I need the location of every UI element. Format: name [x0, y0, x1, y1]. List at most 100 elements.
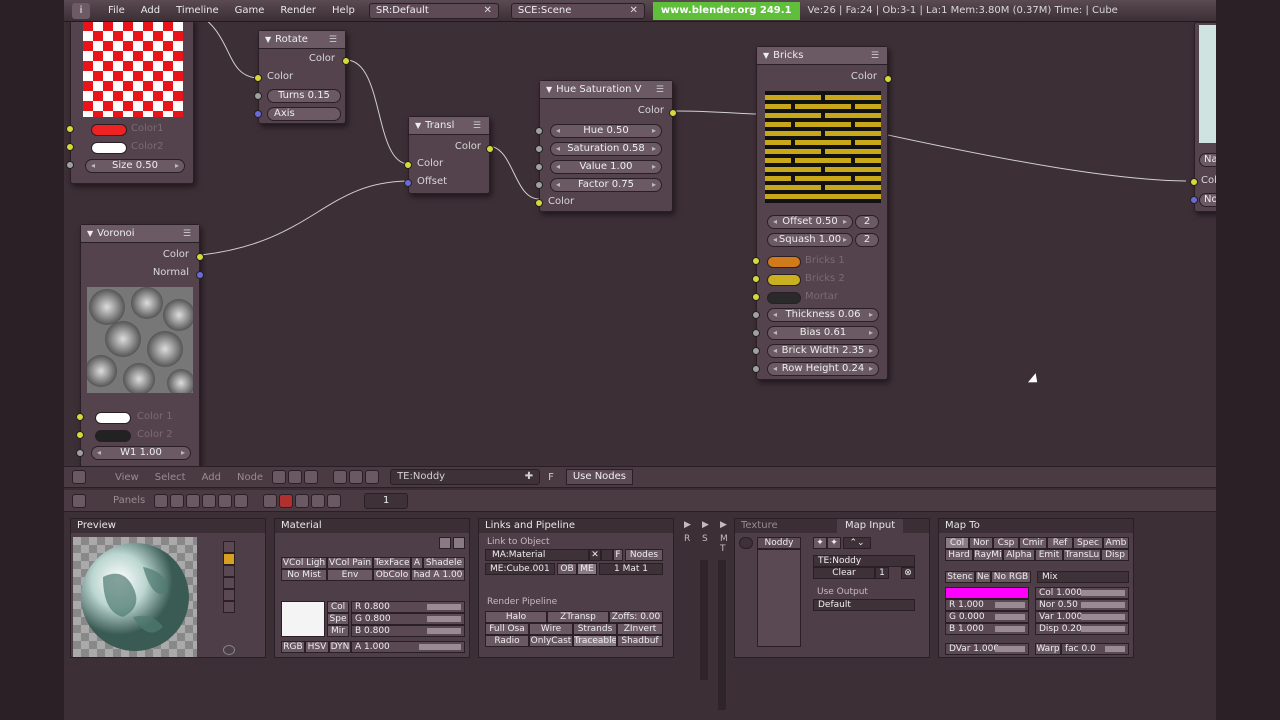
blender-url[interactable]: www.blender.org 249.1 [652, 1, 800, 20]
map-hard-toggle[interactable]: Hard [945, 549, 973, 561]
dyn-mode-button[interactable]: DYN [329, 641, 351, 653]
radiosity-icon[interactable] [311, 493, 326, 508]
map-translu-toggle[interactable]: TransLu [1063, 549, 1101, 561]
map-col-toggle[interactable]: Col [945, 537, 969, 549]
var-factor-slider[interactable]: Var 1.000 [1035, 611, 1129, 623]
green-slider[interactable]: G 0.000 [945, 611, 1029, 623]
vcol-light-toggle[interactable]: VCol Ligh [281, 557, 327, 569]
input-socket[interactable] [752, 365, 760, 373]
checker-texture-node[interactable]: Color1 Color2 ◂ Size 0.50 ▸ [66, 22, 194, 184]
map-cmir-toggle[interactable]: Cmir [1019, 537, 1047, 549]
warp-toggle[interactable]: Warp [1035, 643, 1061, 655]
mesh-name-field[interactable]: ME:Cube.001 [485, 563, 555, 575]
map-alpha-toggle[interactable]: Alpha [1003, 549, 1035, 561]
node-header[interactable]: ▼ Rotate ☰ [259, 31, 345, 49]
play-icon[interactable]: ▶ [684, 520, 691, 530]
texture-name-field[interactable]: TE:Noddy [813, 555, 915, 567]
scene-icon[interactable] [234, 493, 249, 508]
menu-node[interactable]: Node [229, 472, 271, 483]
texture-tab[interactable]: Texture [741, 519, 837, 533]
texture-slot-indicator[interactable] [739, 537, 753, 549]
input-socket[interactable] [254, 74, 262, 82]
preview-type-buttons[interactable] [223, 541, 235, 621]
panel-title[interactable]: Preview [71, 519, 265, 533]
hue-saturation-node[interactable]: ▼ Hue Saturation V ☰ Color ◂ Hue 0.50 ▸ ◂ Sat… [535, 80, 677, 212]
preview-refresh-icon[interactable] [223, 645, 235, 655]
composite-icon[interactable] [304, 470, 319, 484]
shadbuf-toggle[interactable]: Shadbuf [617, 635, 663, 647]
menu-timeline[interactable]: Timeline [168, 5, 227, 16]
col-tab[interactable]: Col [327, 601, 349, 613]
m-toggle[interactable]: M [720, 534, 728, 544]
negative-toggle[interactable]: Ne [975, 571, 991, 583]
ztransp-toggle[interactable]: ZTransp [547, 611, 609, 623]
nor-factor-slider[interactable]: Nor 0.50 [1035, 599, 1129, 611]
output-socket[interactable] [196, 271, 204, 279]
no-mist-toggle[interactable]: No Mist [281, 569, 327, 581]
green-slider[interactable]: G 0.800 [351, 613, 465, 625]
onlycast-toggle[interactable]: OnlyCast [529, 635, 573, 647]
texture-selector[interactable]: TE:Noddy ✚ [390, 469, 541, 485]
traceable-toggle[interactable]: Traceable [573, 635, 617, 647]
output-selector[interactable]: Default [813, 599, 915, 611]
menu-render[interactable]: Render [272, 5, 324, 16]
normal-field[interactable]: Nor [1199, 193, 1216, 207]
stencil-toggle[interactable]: Stenc [945, 571, 975, 583]
value-field[interactable]: ◂ Value 1.00 ▸ [550, 160, 662, 174]
disp-factor-slider[interactable]: Disp 0.20 [1035, 623, 1129, 635]
squash-frequency-field[interactable]: 2 [855, 233, 879, 247]
menu-file[interactable]: File [100, 5, 133, 16]
fake-user-icon[interactable]: ⊗ [901, 567, 915, 579]
output-socket[interactable] [196, 253, 204, 261]
editor-type-icon[interactable] [72, 493, 86, 508]
output-socket[interactable] [669, 109, 677, 117]
map-nor-toggle[interactable]: Nor [969, 537, 993, 549]
node-header[interactable]: ▼ Hue Saturation V ☰ [540, 81, 672, 99]
rgb-mode-button[interactable]: RGB [281, 641, 305, 653]
bias-field[interactable]: ◂ Bias 0.61 ▸ [767, 326, 879, 340]
bricks1-swatch[interactable] [767, 256, 801, 268]
dvar-slider[interactable]: DVar 1.000 [945, 643, 1029, 655]
color-swatch[interactable] [281, 601, 325, 637]
use-nodes-toggle[interactable]: Use Nodes [565, 469, 634, 485]
texface-alpha-toggle[interactable]: A [411, 557, 423, 569]
logic-icon[interactable] [154, 493, 169, 508]
input-socket[interactable] [66, 143, 74, 151]
map-csp-toggle[interactable]: Csp [993, 537, 1019, 549]
editing-icon[interactable] [218, 493, 233, 508]
node-header[interactable]: ▼ Voronoi ☰ [81, 225, 199, 243]
zinvert-toggle[interactable]: ZInvert [617, 623, 663, 635]
input-socket[interactable] [535, 145, 543, 153]
render-icon[interactable] [333, 470, 348, 484]
users-count[interactable]: 1 [875, 567, 889, 579]
s-toggle[interactable]: S [702, 534, 708, 544]
input-socket[interactable] [76, 413, 84, 421]
turns-field[interactable]: Turns 0.15 [267, 89, 341, 103]
color1-swatch[interactable] [91, 124, 127, 136]
env-toggle[interactable]: Env [327, 569, 373, 581]
hsv-mode-button[interactable]: HSV [305, 641, 329, 653]
no-rgb-toggle[interactable]: No RGB [991, 571, 1031, 583]
menu-help[interactable]: Help [324, 5, 363, 16]
input-socket[interactable] [66, 125, 74, 133]
input-socket[interactable] [752, 257, 760, 265]
input-socket[interactable] [535, 181, 543, 189]
brick-width-field[interactable]: ◂ Brick Width 2.35 ▸ [767, 344, 879, 358]
bricks2-swatch[interactable] [767, 274, 801, 286]
map-emit-toggle[interactable]: Emit [1035, 549, 1063, 561]
input-socket[interactable] [254, 110, 262, 118]
input-socket[interactable] [535, 199, 543, 207]
material-icon[interactable] [349, 470, 364, 484]
input-socket[interactable] [752, 311, 760, 319]
material-icon[interactable] [279, 493, 294, 508]
node-header[interactable]: ▼ Bricks ☰ [757, 47, 887, 65]
lamp-icon[interactable] [263, 493, 278, 508]
blue-slider[interactable]: B 0.800 [351, 625, 465, 637]
red-slider[interactable]: R 0.800 [351, 601, 465, 613]
rotate-node[interactable]: ▼ Rotate ☰ Color Color Turns 0.15 Axis [254, 30, 350, 124]
input-socket[interactable] [535, 127, 543, 135]
output-socket[interactable] [884, 75, 892, 83]
paste-icon[interactable]: ✦ [827, 537, 841, 549]
texture-slot-active[interactable]: Noddy [757, 537, 801, 549]
object-link-button[interactable]: OB [557, 563, 577, 575]
